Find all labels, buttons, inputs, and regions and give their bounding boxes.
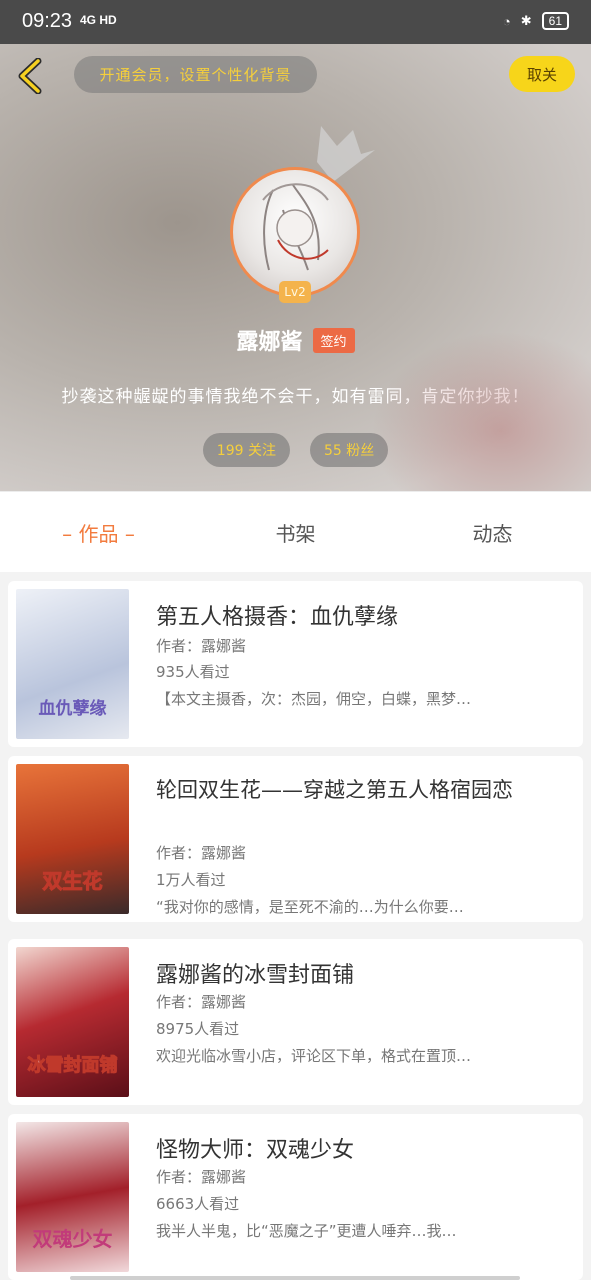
profile-header: 开通会员，设置个性化背景 取关 Lv2 露娜酱 签约 抄袭这种龌龊的事情我绝不会… (0, 44, 591, 491)
book-cover[interactable]: 双生花 (16, 764, 129, 914)
user-name: 露娜酱 (236, 330, 303, 355)
vip-background-button[interactable]: 开通会员，设置个性化背景 (74, 56, 317, 93)
book-description: 【本文主摄香，次：杰园，佣空，白蝶，黑梦… (156, 690, 472, 708)
book-card[interactable]: 双生花 轮回双生花——穿越之第五人格宿园恋 作者：露娜酱 1万人看过 “我对你的… (8, 756, 583, 922)
avatar-illustration (262, 183, 329, 271)
book-title: 露娜酱的冰雪封面铺 (156, 963, 355, 988)
fans-count[interactable]: 55 粉丝 (309, 433, 389, 467)
cover-title: 双魂少女 (32, 1227, 113, 1251)
status-bar: 09:23 4G HD ◔ ✱ 61 (0, 0, 591, 44)
signed-badge: 签约 (312, 327, 355, 353)
scroll-indicator (70, 1276, 520, 1280)
book-card[interactable]: 冰雪封面铺 露娜酱的冰雪封面铺 作者：露娜酱 8975人看过 欢迎光临冰雪小店，… (8, 939, 583, 1105)
avatar[interactable]: Lv2 (230, 167, 360, 303)
book-views: 1万人看过 (156, 871, 226, 889)
battery-icon: 61 (541, 12, 569, 30)
book-title: 怪物大师：双魂少女 (156, 1138, 355, 1163)
following-count[interactable]: 199 关注 (202, 433, 290, 467)
level-badge: Lv2 (279, 281, 311, 303)
book-card[interactable]: 双魂少女 怪物大师：双魂少女 作者：露娜酱 6663人看过 我半人半鬼，比“恶魔… (8, 1114, 583, 1280)
book-title: 第五人格摄香：血仇孽缘 (156, 605, 399, 630)
book-cover[interactable]: 血仇孽缘 (16, 589, 129, 739)
back-arrow-icon[interactable] (14, 58, 48, 94)
network-indicator: 4G HD (80, 13, 117, 27)
bluetooth-icon: ✱ (520, 13, 532, 28)
status-icons: ◔ ✱ 61 (503, 12, 569, 30)
book-views: 6663人看过 (156, 1195, 240, 1213)
book-description: 我半人半鬼，比“恶魔之子”更遭人唾弃…我… (156, 1222, 457, 1240)
book-cover[interactable]: 冰雪封面铺 (16, 947, 129, 1097)
book-views: 935人看过 (156, 663, 230, 681)
tab-activity[interactable]: 动态 (403, 518, 583, 547)
status-time: 09:23 (22, 10, 73, 32)
book-title: 轮回双生花——穿越之第五人格宿园恋 (156, 778, 513, 802)
alarm-icon: ◔ (502, 13, 511, 29)
book-author: 作者：露娜酱 (156, 993, 247, 1011)
book-author: 作者：露娜酱 (156, 637, 247, 655)
name-row: 露娜酱 签约 (0, 324, 591, 356)
book-card[interactable]: 血仇孽缘 第五人格摄香：血仇孽缘 作者：露娜酱 935人看过 【本文主摄香，次：… (8, 581, 583, 747)
cover-title: 冰雪封面铺 (27, 1055, 118, 1077)
profile-tabs: – 作品 – 书架 动态 (0, 491, 591, 572)
book-cover[interactable]: 双魂少女 (16, 1122, 129, 1272)
book-author: 作者：露娜酱 (156, 1168, 247, 1186)
tab-works[interactable]: – 作品 – (9, 518, 189, 547)
book-author: 作者：露娜酱 (156, 844, 247, 862)
stats-row: 199 关注 55 粉丝 (0, 433, 591, 467)
cover-title: 血仇孽缘 (38, 699, 107, 719)
user-bio: 抄袭这种龌龊的事情我绝不会干，如有雷同，肯定你抄我！ (61, 387, 530, 407)
tab-bookshelf[interactable]: 书架 (206, 518, 386, 547)
book-description: 欢迎光临冰雪小店，评论区下单，格式在置顶… (156, 1047, 472, 1065)
unfollow-button[interactable]: 取关 (509, 56, 575, 92)
book-views: 8975人看过 (156, 1020, 240, 1038)
cover-title: 双生花 (42, 869, 103, 894)
book-description: “我对你的感情，是至死不渝的…为什么你要… (156, 898, 464, 916)
